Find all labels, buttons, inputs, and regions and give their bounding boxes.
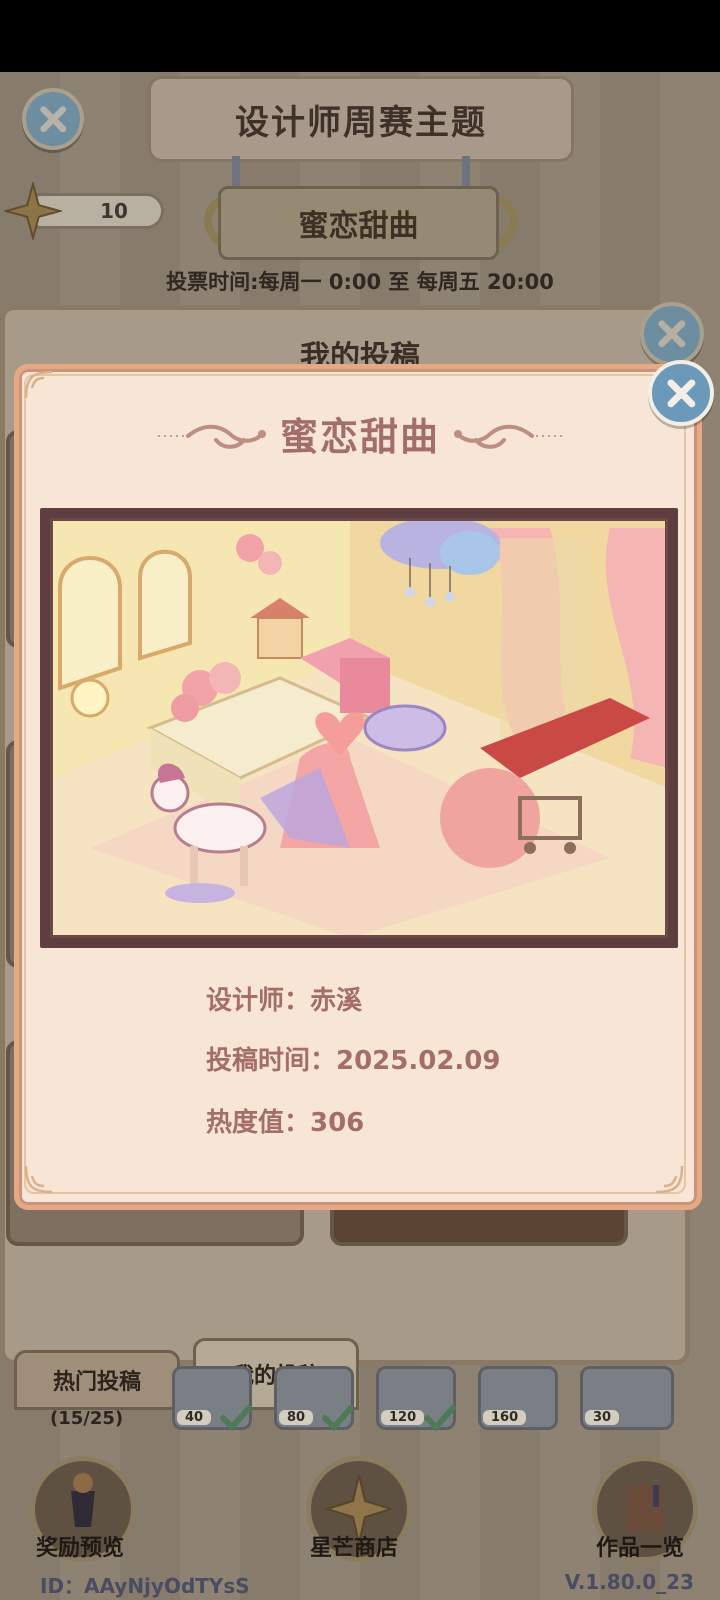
vote-time-text: 投票时间:每周一 0:00 至 每周五 20:00 bbox=[166, 270, 554, 294]
milestone-reward[interactable]: 160 bbox=[478, 1366, 558, 1430]
heat-value-info: 热度值：306 bbox=[206, 1108, 365, 1138]
corner-ornament bbox=[655, 1165, 684, 1194]
designer-info: 设计师：赤溪 bbox=[206, 986, 363, 1016]
status-bar bbox=[0, 0, 720, 72]
checkmark-icon bbox=[322, 1405, 354, 1432]
theme-plate: 蜜恋甜曲 bbox=[218, 186, 499, 260]
submit-time-info: 投稿时间：2025.02.09 bbox=[206, 1046, 501, 1076]
milestone-value: 80 bbox=[279, 1410, 314, 1425]
panel-close-button[interactable] bbox=[640, 302, 704, 366]
tab-hot-submissions[interactable]: 热门投稿 bbox=[14, 1350, 180, 1410]
rewards-preview-label: 奖励预览 bbox=[35, 1536, 124, 1561]
milestone-value: 160 bbox=[483, 1410, 527, 1425]
corner-ornament bbox=[24, 1165, 53, 1194]
milestone-value: 30 bbox=[585, 1410, 620, 1425]
page-title: 设计师周赛主题 bbox=[148, 76, 574, 162]
artwork-image bbox=[50, 518, 668, 938]
checkmark-icon bbox=[424, 1405, 456, 1432]
player-id: ID：AAyNjyOdTYsS bbox=[40, 1574, 250, 1598]
version-label: V.1.80.0_23 bbox=[564, 1570, 694, 1594]
back-close-button[interactable] bbox=[22, 88, 84, 150]
milestone-reward[interactable]: 80 bbox=[274, 1366, 354, 1432]
close-icon bbox=[40, 106, 66, 132]
star-icon bbox=[4, 182, 62, 240]
milestone-reward[interactable]: 30 bbox=[580, 1366, 674, 1430]
milestone-value: 40 bbox=[177, 1410, 212, 1425]
milestone-reward[interactable]: 40 bbox=[172, 1366, 252, 1432]
corner-ornament bbox=[24, 370, 53, 399]
close-icon bbox=[658, 320, 686, 348]
dialog-title: 蜜恋甜曲 bbox=[279, 415, 440, 459]
star-shop-label: 星芒商店 bbox=[309, 1536, 398, 1561]
milestone-reward[interactable]: 120 bbox=[376, 1366, 456, 1432]
chain-decoration bbox=[462, 156, 470, 190]
checkmark-icon bbox=[220, 1405, 252, 1432]
milestone-value: 120 bbox=[381, 1410, 425, 1425]
works-list-label: 作品一览 bbox=[595, 1536, 684, 1561]
hot-count: (15/25) bbox=[50, 1408, 124, 1429]
